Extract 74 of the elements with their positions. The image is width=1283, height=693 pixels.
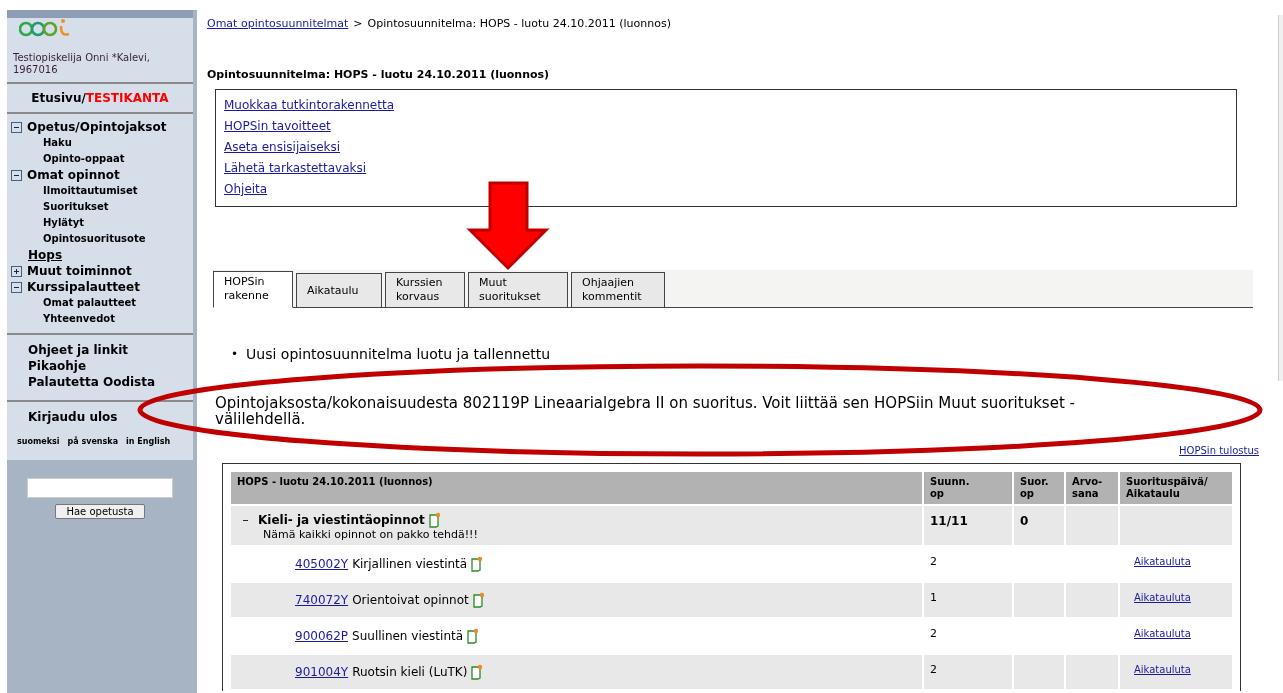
menu-item[interactable]: Opinto-oppaat	[11, 151, 125, 167]
tab[interactable]: Ohjaajien kommentit	[571, 272, 665, 307]
table-cell: 0	[1014, 506, 1064, 545]
menu-item[interactable]: Omat palautteet	[11, 295, 137, 311]
group-note: Nämä kaikki opinnot on pakko tehdä!!!	[262, 528, 479, 541]
menu-item[interactable]: Opetus/Opintojaksot	[27, 119, 167, 135]
table-cell: 1	[924, 583, 1012, 617]
action-link[interactable]: Muokkaa tutkintorakennetta	[224, 97, 394, 113]
language-link[interactable]: suomeksi	[17, 437, 60, 446]
menu-item[interactable]: Omat opinnot	[27, 167, 120, 183]
column-header: HOPS - luotu 24.10.2011 (luonnos)	[231, 472, 922, 504]
column-header: Suorituspäivä/ Aikataulu	[1120, 472, 1232, 504]
column-header: Suor. op	[1014, 472, 1064, 504]
course-code-link[interactable]: 740072Y	[295, 593, 349, 607]
home-link[interactable]: Etusivu/TESTIKANTA	[31, 91, 169, 105]
course-code-link[interactable]: 900062P	[295, 629, 349, 643]
menu-item[interactable]: Hops	[11, 247, 63, 263]
menu-item[interactable]: Haku	[11, 135, 72, 151]
note-icon	[471, 556, 484, 572]
group-name: Kieli- ja viestintäopinnot	[258, 513, 425, 527]
note-icon	[467, 628, 480, 644]
menu-item[interactable]: Ilmoittautumiset	[11, 183, 138, 199]
breadcrumb-link[interactable]: Omat opintosuunnitelmat	[207, 17, 349, 30]
action-link[interactable]: Aseta ensisijaiseksi	[224, 139, 341, 155]
menu-item[interactable]: Suoritukset	[11, 199, 109, 215]
print-link[interactable]: HOPSin tulostus	[1179, 445, 1259, 457]
menu-item[interactable]: Opintosuoritusote	[11, 231, 146, 247]
menu-item[interactable]: Kurssipalautteet	[27, 279, 140, 295]
expand-toggle[interactable]	[11, 265, 22, 277]
tab[interactable]: HOPSin rakenne	[213, 271, 293, 308]
collapse-toggle[interactable]	[11, 169, 22, 181]
action-link[interactable]: Ohjeita	[224, 181, 268, 197]
tab[interactable]: Kurssien korvaus	[385, 272, 465, 307]
menu-link[interactable]: Palautetta Oodista	[28, 374, 156, 390]
note-icon	[472, 592, 485, 608]
breadcrumb-separator: >	[353, 17, 363, 30]
search-field[interactable]	[27, 478, 173, 498]
menu-item[interactable]: Yhteenvedot	[11, 311, 115, 327]
search-button[interactable]: Hae opetusta	[55, 504, 145, 519]
note-icon	[471, 664, 484, 680]
column-header: Arvo-sana	[1066, 472, 1118, 504]
collapse-toggle[interactable]	[11, 281, 22, 293]
course-name: Ruotsin kieli (LuTK)	[352, 665, 468, 679]
menu-item[interactable]: Hylätyt	[11, 215, 85, 231]
info-text: Opintojaksosta/kokonaisuudesta 802119P Lineaarialgebra II on suoritus. Voit liittää sen HOPSiin Muut suoritukset -välilehdellä.	[215, 395, 1076, 427]
breadcrumb-current: Opintosuunnitelma: HOPS - luotu 24.10.2011 (luonnos)	[367, 17, 671, 30]
course-name: Suullinen viestintä	[352, 629, 464, 643]
tab[interactable]: Muut suoritukset	[468, 272, 568, 307]
menu-link[interactable]: Pikaohje	[28, 358, 87, 374]
action-link[interactable]: Lähetä tarkastettavaksi	[224, 160, 367, 176]
course-code-link[interactable]: 901004Y	[295, 665, 349, 679]
collapse-toggle[interactable]	[11, 121, 22, 133]
note-icon	[428, 512, 441, 528]
table-cell: 11/11	[924, 506, 1012, 545]
column-header: Suunn. op	[924, 472, 1012, 504]
schedule-link[interactable]: Aikatauluta	[1126, 556, 1191, 567]
status-message: Uusi opintosuunnitelma luotu ja tallennettu	[246, 346, 551, 363]
menu-link[interactable]: Ohjeet ja linkit	[28, 342, 129, 358]
logout-link[interactable]: Kirjaudu ulos	[28, 409, 118, 425]
tab[interactable]: Aikataulu	[296, 273, 382, 307]
language-link[interactable]: på svenska	[67, 437, 119, 446]
course-name: Orientoivat opinnot	[352, 593, 469, 607]
page-heading: Opintosuunnitelma: HOPS - luotu 24.10.2011 (luonnos)	[207, 68, 551, 81]
menu-item[interactable]: Muut toiminnot	[27, 263, 132, 279]
bullet-marker: •	[231, 346, 239, 363]
table-cell: 2	[924, 655, 1012, 689]
schedule-link[interactable]: Aikatauluta	[1126, 664, 1191, 675]
language-link[interactable]: in English	[126, 437, 171, 446]
action-link[interactable]: HOPSin tavoitteet	[224, 118, 331, 134]
user-name: Testiopiskelija Onni *Kalevi, 1967016	[12, 51, 151, 77]
course-name: Kirjallinen viestintä	[352, 557, 468, 571]
course-code-link[interactable]: 405002Y	[295, 557, 349, 571]
schedule-link[interactable]: Aikatauluta	[1126, 592, 1191, 603]
schedule-link[interactable]: Aikatauluta	[1126, 628, 1191, 639]
